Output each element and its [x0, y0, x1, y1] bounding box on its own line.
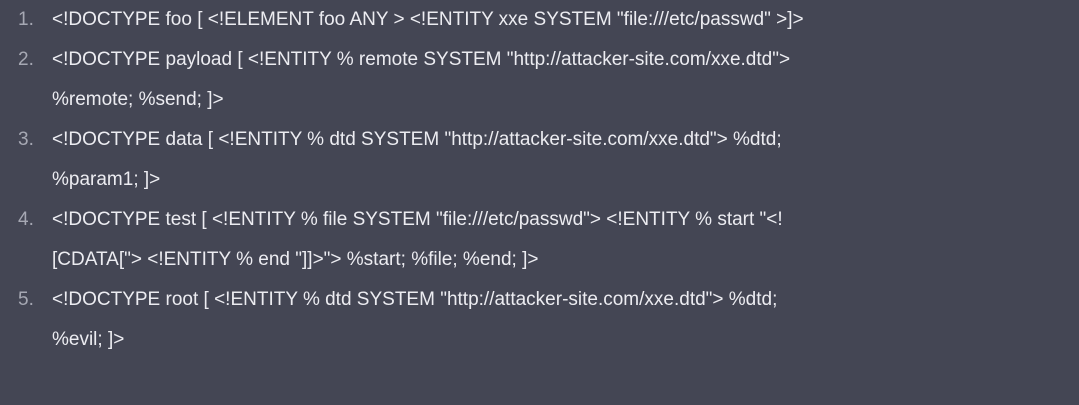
- list-item-number: 2.: [18, 49, 34, 70]
- list-item-number: 3.: [18, 129, 34, 150]
- list-item-line: <!DOCTYPE root [ <!ENTITY % dtd SYSTEM "…: [52, 289, 778, 310]
- message-panel: 1. <!DOCTYPE foo [ <!ELEMENT foo ANY > <…: [0, 0, 1079, 405]
- list-item: 3. <!DOCTYPE data [ <!ENTITY % dtd SYSTE…: [18, 120, 1079, 200]
- list-item-number: 5.: [18, 289, 34, 310]
- list-item-number: 4.: [18, 209, 34, 230]
- list-item-line: %param1; ]>: [52, 169, 161, 190]
- list-item-text: <!DOCTYPE test [ <!ENTITY % file SYSTEM …: [52, 200, 1079, 280]
- list-item-line: <!DOCTYPE data [ <!ENTITY % dtd SYSTEM "…: [52, 129, 782, 150]
- list-item: 4. <!DOCTYPE test [ <!ENTITY % file SYST…: [18, 200, 1079, 280]
- list-item-text: <!DOCTYPE root [ <!ENTITY % dtd SYSTEM "…: [52, 280, 1079, 360]
- list-item: 5. <!DOCTYPE root [ <!ENTITY % dtd SYSTE…: [18, 280, 1079, 360]
- list-item-line: [CDATA["> <!ENTITY % end "]]>"> %start; …: [52, 249, 539, 270]
- list-item-text: <!DOCTYPE foo [ <!ELEMENT foo ANY > <!EN…: [52, 0, 1079, 40]
- list-item-line: %remote; %send; ]>: [52, 89, 224, 110]
- list-item-text: <!DOCTYPE data [ <!ENTITY % dtd SYSTEM "…: [52, 120, 1079, 200]
- list-item: 2. <!DOCTYPE payload [ <!ENTITY % remote…: [18, 40, 1079, 120]
- list-item-line: <!DOCTYPE test [ <!ENTITY % file SYSTEM …: [52, 209, 783, 230]
- payload-list: 1. <!DOCTYPE foo [ <!ELEMENT foo ANY > <…: [18, 0, 1079, 360]
- list-item-line: <!DOCTYPE payload [ <!ENTITY % remote SY…: [52, 49, 791, 70]
- list-item-text: <!DOCTYPE payload [ <!ENTITY % remote SY…: [52, 40, 1079, 120]
- list-item-line: %evil; ]>: [52, 329, 125, 350]
- list-item-line: <!DOCTYPE foo [ <!ELEMENT foo ANY > <!EN…: [52, 9, 804, 30]
- list-item-number: 1.: [18, 9, 34, 30]
- list-item: 1. <!DOCTYPE foo [ <!ELEMENT foo ANY > <…: [18, 0, 1079, 40]
